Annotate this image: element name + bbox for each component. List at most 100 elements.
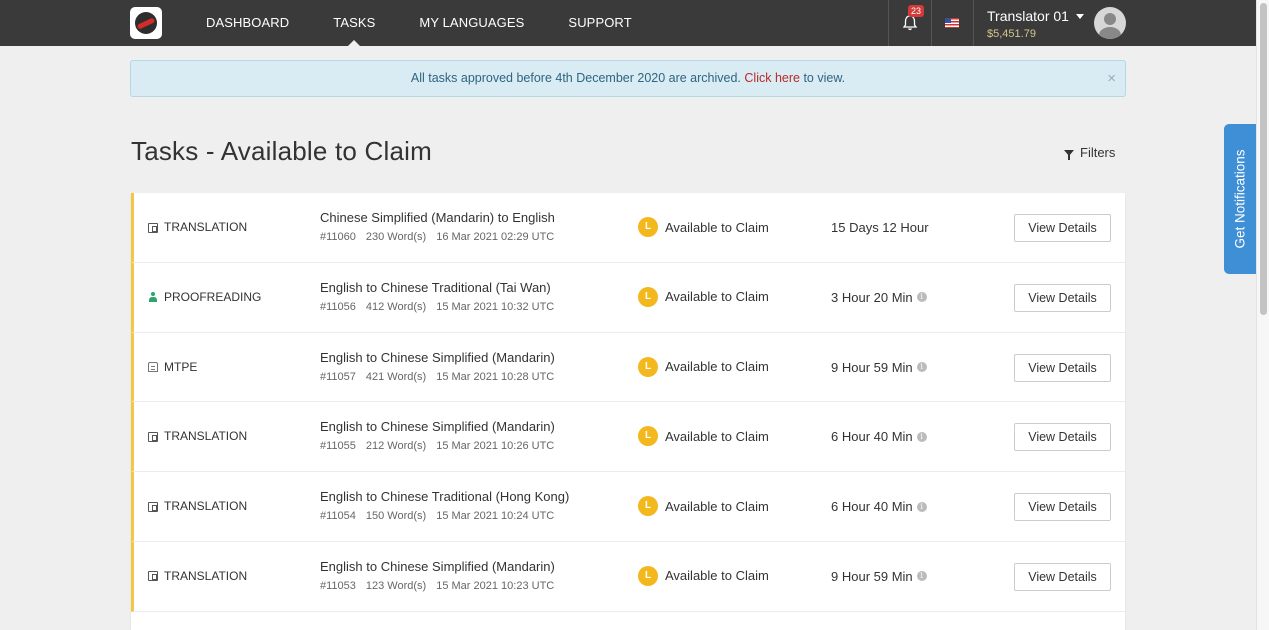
nav-dashboard[interactable]: DASHBOARD xyxy=(206,0,289,46)
task-meta: #11054 150 Word(s) 15 Mar 2021 10:24 UTC xyxy=(320,510,564,522)
task-time-label: 15 Days 12 Hour xyxy=(831,220,929,235)
task-status-label: Available to Claim xyxy=(665,289,769,305)
task-id: #11057 xyxy=(320,370,356,383)
alert-link[interactable]: Click here xyxy=(744,71,800,85)
task-time-remaining: 6 Hour 40 Min i xyxy=(831,499,927,514)
task-row: TRANSLATION English to Chinese Simplified… xyxy=(131,402,1125,473)
user-name[interactable]: Translator 01 xyxy=(987,8,1069,24)
task-words: 230 Word(s) xyxy=(365,231,427,243)
task-title: English to Chinese Simplified (Mandarin) xyxy=(320,558,555,574)
task-type: TRANSLATION xyxy=(148,542,247,611)
task-id: #11053 xyxy=(320,579,356,592)
task-time-label: 6 Hour 40 Min xyxy=(831,499,913,515)
task-time-label: 9 Hour 59 Min xyxy=(831,568,913,584)
task-type-label: MTPE xyxy=(164,359,198,374)
user-menu-caret-icon[interactable] xyxy=(1076,14,1084,19)
task-status-label: Available to Claim xyxy=(665,568,769,584)
translation-icon xyxy=(148,571,158,582)
task-type-label: TRANSLATION xyxy=(164,499,248,514)
task-status-label: Available to Claim xyxy=(665,498,769,514)
logo-mark-icon xyxy=(135,12,157,34)
task-date: 15 Mar 2021 10:26 UTC xyxy=(436,440,555,453)
app-logo[interactable] xyxy=(130,7,162,39)
alert-text: All tasks approved before 4th December 2… xyxy=(410,71,745,85)
task-title: English to Chinese Traditional (Hong Kon… xyxy=(320,489,570,505)
task-date: 15 Mar 2021 10:32 UTC xyxy=(436,300,555,313)
task-row: TRANSLATION English to Chinese Simplified… xyxy=(131,541,1125,612)
task-meta: #11060 230 Word(s) 16 Mar 2021 02:29 UTC xyxy=(320,231,564,243)
translation-icon xyxy=(148,222,158,233)
status-badge: L xyxy=(638,426,658,447)
task-type: MTPE xyxy=(148,333,197,402)
view-details-button[interactable]: View Details xyxy=(1014,562,1111,591)
info-icon[interactable]: i xyxy=(916,501,927,512)
task-id: #11056 xyxy=(320,300,356,313)
task-row: MTPE English to Chinese Simplified (Manda… xyxy=(131,332,1125,403)
task-type-label: TRANSLATION xyxy=(164,568,248,583)
task-title: English to Chinese Simplified (Mandarin) xyxy=(320,419,555,435)
task-type: PROOFREADING xyxy=(148,263,261,332)
nav-tasks[interactable]: TASKS xyxy=(333,0,375,46)
top-navbar: DASHBOARD TASKS MY LANGUAGES SUPPORT 23 … xyxy=(0,0,1256,46)
task-list: TRANSLATION Chinese Simplified (Mandarin)… xyxy=(131,193,1125,630)
task-date: 15 Mar 2021 10:23 UTC xyxy=(436,579,555,592)
info-icon[interactable]: i xyxy=(916,571,927,582)
avatar[interactable] xyxy=(1094,7,1126,39)
task-id: #11054 xyxy=(320,510,356,523)
task-words: 421 Word(s) xyxy=(365,370,427,383)
get-notifications-tab[interactable]: Get Notifications xyxy=(1224,124,1256,274)
task-status: L Available to Claim xyxy=(638,565,769,586)
task-words: 212 Word(s) xyxy=(365,440,427,453)
task-title: Chinese Simplified (Mandarin) to English xyxy=(320,210,555,225)
nav-support[interactable]: SUPPORT xyxy=(568,0,631,46)
close-icon[interactable]: × xyxy=(1107,61,1116,96)
info-icon[interactable]: i xyxy=(916,292,927,303)
task-status-label: Available to Claim xyxy=(665,219,769,235)
task-row: TRANSLATION Chinese Simplified (Mandarin)… xyxy=(131,193,1125,263)
task-time-remaining: 3 Hour 20 Min i xyxy=(831,290,927,305)
task-type: TRANSLATION xyxy=(148,402,247,471)
task-meta: #11055 212 Word(s) 15 Mar 2021 10:26 UTC xyxy=(320,440,564,452)
view-details-button[interactable]: View Details xyxy=(1014,353,1111,382)
nav-divider xyxy=(931,0,932,46)
user-balance: $5,451.79 xyxy=(987,28,1036,40)
scrollbar-thumb[interactable] xyxy=(1260,3,1267,315)
task-status: L Available to Claim xyxy=(638,356,769,377)
task-time-label: 9 Hour 59 Min xyxy=(831,359,913,375)
nav-divider xyxy=(973,0,974,46)
info-icon[interactable]: i xyxy=(916,431,927,442)
us-flag-icon[interactable] xyxy=(945,18,959,28)
status-badge: L xyxy=(638,496,658,517)
info-icon[interactable]: i xyxy=(916,362,927,373)
task-meta: #11057 421 Word(s) 15 Mar 2021 10:28 UTC xyxy=(320,371,564,383)
archive-alert: All tasks approved before 4th December 2… xyxy=(130,60,1126,97)
task-row: PROOFREADING English to Chinese Tradition… xyxy=(131,262,1125,333)
nav-my-languages[interactable]: MY LANGUAGES xyxy=(419,0,524,46)
translation-icon xyxy=(148,501,158,512)
status-badge: L xyxy=(638,286,658,307)
page-title: Tasks - Available to Claim xyxy=(131,136,432,166)
task-status: L Available to Claim xyxy=(638,496,769,517)
view-details-button[interactable]: View Details xyxy=(1014,493,1111,522)
task-status: L Available to Claim xyxy=(638,286,769,307)
filters-button[interactable]: Filters xyxy=(1064,145,1115,160)
task-time-remaining: 9 Hour 59 Min i xyxy=(831,569,927,584)
nav-divider xyxy=(888,0,889,46)
task-status: L Available to Claim xyxy=(638,426,769,447)
view-details-button[interactable]: View Details xyxy=(1014,423,1111,452)
task-type: TRANSLATION xyxy=(148,472,247,541)
task-words: 412 Word(s) xyxy=(365,300,427,313)
page-scrollbar[interactable] xyxy=(1256,0,1269,630)
alert-text-end: to view. xyxy=(799,71,846,85)
filters-label: Filters xyxy=(1080,145,1116,160)
task-title: English to Chinese Traditional (Tai Wan) xyxy=(320,279,551,295)
task-type-label: PROOFREADING xyxy=(164,289,262,304)
task-row: TRANSLATION English to Chinese Traditiona… xyxy=(131,472,1125,542)
task-date: 15 Mar 2021 10:24 UTC xyxy=(436,510,555,523)
filter-icon xyxy=(1064,149,1074,160)
task-words: 123 Word(s) xyxy=(365,579,427,592)
view-details-button[interactable]: View Details xyxy=(1014,283,1111,312)
task-meta: #11056 412 Word(s) 15 Mar 2021 10:32 UTC xyxy=(320,301,564,313)
view-details-button[interactable]: View Details xyxy=(1014,214,1111,242)
task-status-label: Available to Claim xyxy=(665,428,769,444)
